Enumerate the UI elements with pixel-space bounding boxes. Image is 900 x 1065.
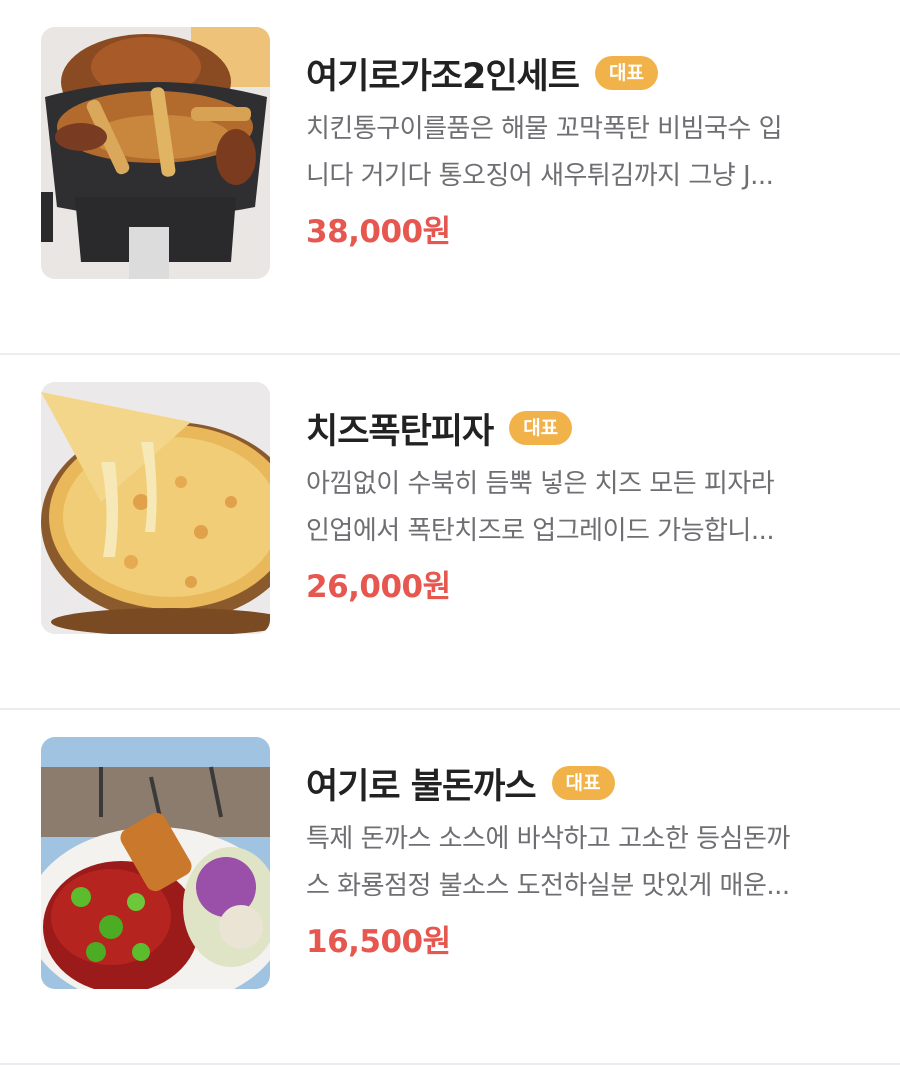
menu-item-title-row: 여기로 불돈까스 대표: [306, 756, 860, 810]
menu-item-description: 특제 돈까스 소스에 바삭하고 고소한 등심돈까 스 화룡점정 불소스 도전하실…: [306, 816, 841, 910]
signature-badge: 대표: [509, 411, 573, 445]
description-line: 니다 거기다 통오징어 새우튀김까지 그냥 J...: [306, 161, 774, 191]
menu-item-description: 치킨통구이를품은 해물 꼬막폭탄 비빔국수 입 니다 거기다 통오징어 새우튀김…: [306, 106, 841, 200]
menu-item-photo[interactable]: [41, 382, 270, 634]
description-line: 인업에서 폭탄치즈로 업그레이드 가능합니...: [306, 516, 775, 546]
menu-item-title-row: 여기로가조2인세트 대표: [306, 46, 860, 100]
menu-item-info: 여기로가조2인세트 대표 치킨통구이를품은 해물 꼬막폭탄 비빔국수 입 니다 …: [306, 46, 860, 251]
menu-item[interactable]: 여기로가조2인세트 대표 치킨통구이를품은 해물 꼬막폭탄 비빔국수 입 니다 …: [0, 0, 900, 355]
signature-badge: 대표: [551, 766, 615, 800]
description-line: 아낌없이 수북히 듬뿍 넣은 치즈 모든 피자라: [306, 469, 775, 499]
menu-item-info: 여기로 불돈까스 대표 특제 돈까스 소스에 바삭하고 고소한 등심돈까 스 화…: [306, 756, 860, 961]
menu-item-name[interactable]: 여기로 불돈까스: [306, 758, 537, 809]
menu-item-title-row: 치즈폭탄피자 대표: [306, 401, 860, 455]
signature-badge: 대표: [594, 56, 658, 90]
menu-item-name[interactable]: 여기로가조2인세트: [306, 48, 580, 99]
description-line: 스 화룡점정 불소스 도전하실분 맛있게 매운...: [306, 871, 790, 901]
description-line: 특제 돈까스 소스에 바삭하고 고소한 등심돈까: [306, 824, 790, 854]
menu-item-info: 치즈폭탄피자 대표 아낌없이 수북히 듬뿍 넣은 치즈 모든 피자라 인업에서 …: [306, 401, 860, 606]
description-line: 치킨통구이를품은 해물 꼬막폭탄 비빔국수 입: [306, 114, 783, 144]
menu-item-price: 16,500원: [306, 924, 451, 960]
menu-item-name[interactable]: 치즈폭탄피자: [306, 403, 494, 454]
menu-item-photo[interactable]: [41, 737, 270, 989]
cheese-pizza-photo: [41, 382, 270, 634]
menu-item-price: 26,000원: [306, 569, 451, 605]
fire-pork-cutlet-photo: [41, 737, 270, 989]
menu-item[interactable]: 치즈폭탄피자 대표 아낌없이 수북히 듬뿍 넣은 치즈 모든 피자라 인업에서 …: [0, 355, 900, 710]
menu-list: 여기로가조2인세트 대표 치킨통구이를품은 해물 꼬막폭탄 비빔국수 입 니다 …: [0, 0, 900, 1065]
menu-item-price: 38,000원: [306, 214, 451, 250]
menu-item-description: 아낌없이 수북히 듬뿍 넣은 치즈 모든 피자라 인업에서 폭탄치즈로 업그레이…: [306, 461, 841, 555]
chicken-seafood-pot-photo: [41, 27, 270, 279]
menu-item[interactable]: 여기로 불돈까스 대표 특제 돈까스 소스에 바삭하고 고소한 등심돈까 스 화…: [0, 710, 900, 1065]
menu-item-photo[interactable]: [41, 27, 270, 279]
